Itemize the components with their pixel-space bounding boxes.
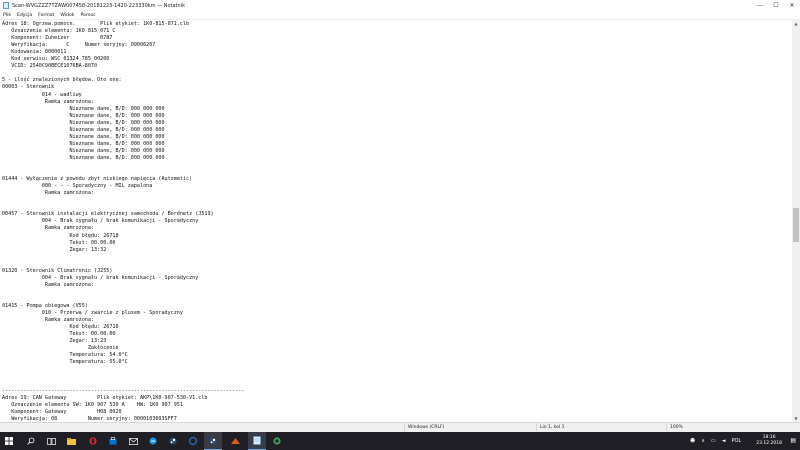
text-line: Tekst: 00.00.00 (2, 331, 116, 338)
text-line: VCID: 2540C90BECE1076BA-8070 (2, 63, 98, 70)
text-line: Zegar: 13:32 (2, 246, 107, 253)
menu-bar: Plik Edycja Format Widok Pomoc (0, 11, 800, 19)
text-line: 010 - Przerwa / zwarcie z plusem - Spora… (2, 310, 183, 317)
text-line: Temperatura: 55.0°C (2, 359, 128, 366)
text-line: Adres 18: Ogrzew.pomocn. Plik etykiet: 1… (2, 21, 190, 27)
text-line: Ramka zamrożona: (2, 98, 95, 105)
file-explorer-icon[interactable] (62, 432, 80, 450)
clock[interactable]: 18:16 23.12.2018 (756, 435, 782, 447)
text-line: Nieznane dane, B/D: 000 000 000 (2, 154, 165, 161)
network-icon[interactable]: ▭ (711, 438, 716, 444)
notepad-icon (3, 2, 9, 9)
close-button[interactable]: ✕ (784, 0, 800, 11)
windows-start-icon[interactable] (0, 432, 18, 450)
text-line: 014 - wadliwy (2, 91, 82, 98)
window-controls: — ☐ ✕ (752, 0, 800, 11)
menu-file[interactable]: Plik (2, 13, 12, 18)
vertical-scrollbar[interactable]: ▲ ▼ (792, 19, 800, 422)
uplay-icon[interactable] (184, 432, 202, 450)
menu-help[interactable]: Pomoc (79, 13, 96, 18)
text-line: Ramka zamrożona: (2, 281, 95, 288)
text-line: 00003 - Sterownik (2, 84, 55, 91)
text-line: Komponent: Gateway H08 0020 (2, 408, 122, 415)
text-line: Kod serwisu: WSC 01324 785 00200 (2, 56, 110, 63)
text-line: 01320 - Sterownik Climatronic (J255) (2, 267, 113, 274)
scroll-down-icon[interactable]: ▼ (792, 414, 800, 422)
title-bar: Scan-WVGZZZ7TZAW007458-20181223-1420-223… (0, 0, 800, 11)
text-line: ----------------------------------------… (2, 387, 245, 394)
language-indicator[interactable]: POL (731, 438, 741, 444)
volume-icon[interactable]: ◄ (722, 438, 726, 444)
text-line: Nieznane dane, B/D: 000 000 000 (2, 126, 165, 133)
menu-view[interactable]: Widok (59, 13, 75, 18)
status-bar: Windows (CRLF) Lin 1, kol 1 100% (0, 422, 800, 433)
store-icon[interactable] (104, 432, 122, 450)
maximize-button[interactable]: ☐ (768, 0, 784, 11)
steam-active-icon[interactable] (204, 432, 222, 450)
text-line: Nieznane dane, B/D: 000 000 000 (2, 112, 165, 119)
text-line: Komponent: Zuheizer 0787 (2, 35, 113, 42)
task-view-icon[interactable] (42, 432, 60, 450)
text-line: Weryfikacja: C Numer seryjny: 09006207 (2, 42, 156, 49)
text-line: Oznaczenie elementu: 1K0 815 071 C (2, 28, 116, 35)
text-line: Ramka zamrożona: (2, 190, 95, 197)
text-line: Adres 19: CAN Gateway Plik etykiet: AKP\… (2, 394, 208, 401)
text-line: Oznaczenie elementu SW: 1K0 907 530 A HW… (2, 401, 183, 408)
text-line: 004 - Brak sygnału / brak komunikacji - … (2, 218, 199, 225)
steam-icon[interactable] (164, 432, 182, 450)
text-line: Nieznane dane, B/D: 000 000 000 (2, 133, 165, 140)
mail-icon[interactable] (124, 432, 142, 450)
text-line: 01444 - Wyłączenie z powodu zbyt niskieg… (2, 176, 193, 183)
minimize-button[interactable]: — (752, 0, 768, 11)
text-line: Kod błędu: 26718 (2, 232, 119, 239)
text-line: Zakłócenie (2, 345, 119, 352)
text-line: 004 - Brak sygnału / brak komunikacji - … (2, 274, 199, 281)
system-tray: ☻ ∧ ▭ ◄ POL (690, 432, 741, 450)
person-icon[interactable]: ☻ (690, 438, 695, 444)
menu-format[interactable]: Format (37, 13, 55, 18)
text-line: Ramka zamrożona: (2, 225, 95, 232)
text-line: Nieznane dane, B/D: 000 000 000 (2, 140, 165, 147)
app-green-icon[interactable] (268, 432, 286, 450)
clock-date: 23.12.2018 (756, 441, 782, 446)
notification-icon[interactable]: ▤ (790, 437, 796, 444)
text-line: Temperatura: 54.0°C (2, 352, 128, 359)
text-line: Kodowania: 0000011 (2, 49, 67, 56)
app-red-icon[interactable] (226, 432, 244, 450)
text-editor[interactable]: Adres 18: Ogrzew.pomocn. Plik etykiet: 1… (0, 19, 792, 422)
text-line: 00457 - Sterownik instalacji elektryczne… (2, 211, 214, 218)
text-line: Ramka zamrożona: (2, 317, 95, 324)
text-line: Nieznane dane, B/D: 000 000 000 (2, 147, 165, 154)
text-line: 5 - ilość znalezionych błędów. Oto one: (2, 77, 122, 84)
text-line: Tekst: 00.00.00 (2, 239, 116, 246)
text-line: 000 - - - Sporadyczny - MIL zapalona (2, 183, 153, 190)
text-line: 01415 - Pompa obiegowa (V55) (2, 303, 88, 309)
scroll-thumb[interactable] (793, 208, 799, 242)
window-title: Scan-WVGZZZ7TZAW007458-20181223-1420-223… (12, 2, 185, 9)
taskbar: ☻ ∧ ▭ ◄ POL 18:16 23.12.2018 ▤ (0, 432, 800, 450)
opera-icon[interactable] (84, 432, 102, 450)
chevron-up-icon[interactable]: ∧ (701, 438, 705, 444)
text-line: Nieznane dane, B/D: 000 000 000 (2, 119, 165, 126)
text-line: Nieznane dane, B/D: 000 000 000 (2, 105, 165, 112)
scroll-up-icon[interactable]: ▲ (792, 19, 800, 27)
notepad-taskbar-icon[interactable] (248, 432, 266, 450)
edge-icon[interactable] (144, 432, 162, 450)
menu-edit[interactable]: Edycja (16, 13, 33, 18)
search-icon[interactable] (22, 432, 40, 450)
text-line: Kod błędu: 26710 (2, 324, 119, 331)
